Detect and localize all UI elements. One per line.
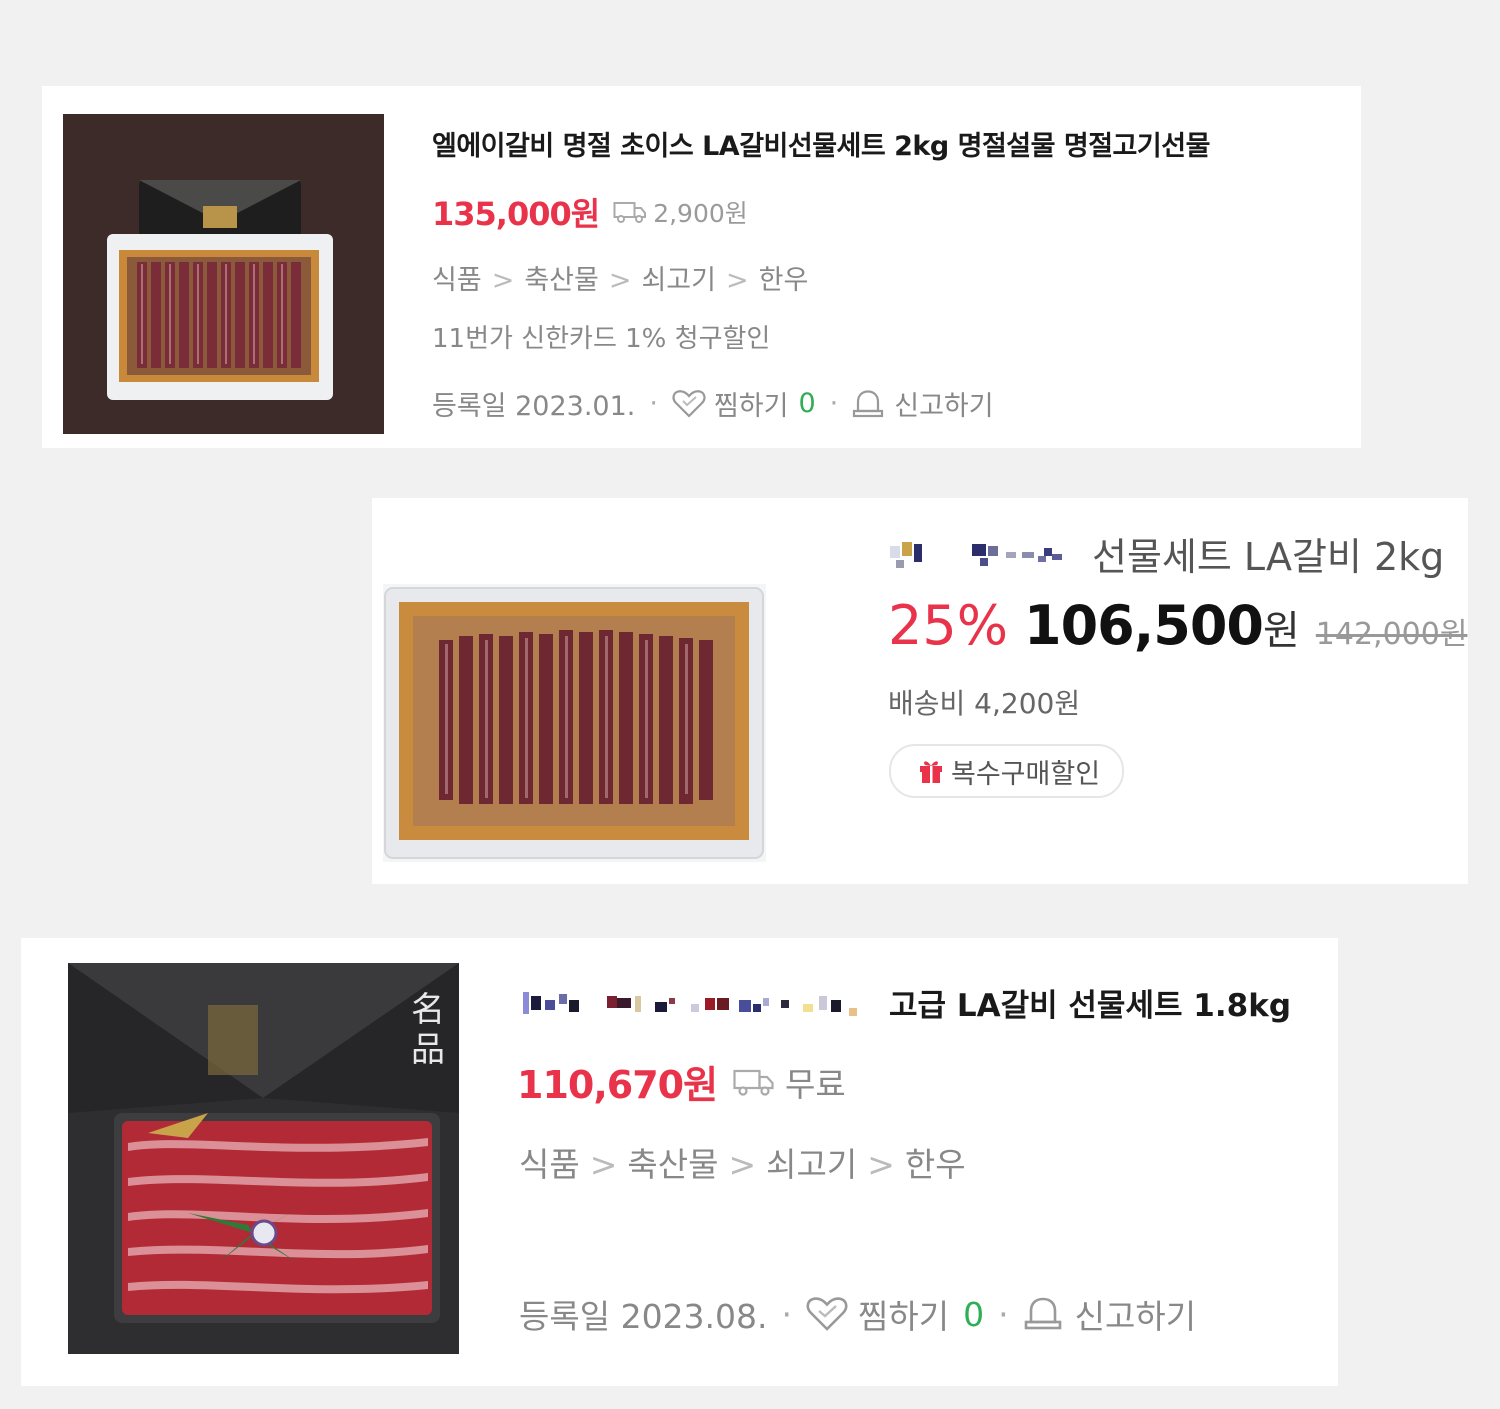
price-row: 25% 106,500 원 142,000원	[888, 594, 1468, 657]
separator-dot: ·	[829, 388, 839, 419]
multi-buy-discount-badge[interactable]: 복수구매할인	[889, 744, 1125, 798]
registered-date: 등록일 2023.01.	[432, 391, 636, 422]
truck-icon	[733, 1067, 775, 1097]
price: 110,670원	[517, 1063, 718, 1107]
currency-unit: 원	[1262, 608, 1300, 654]
wish-button[interactable]: 찜하기 0	[672, 384, 816, 423]
breadcrumb-item[interactable]: 축산물	[627, 1145, 718, 1184]
report-button[interactable]: 신고하기	[1023, 1290, 1196, 1338]
listing-card-1[interactable]: 엘에이갈비 명절 초이스 LA갈비선물세트 2kg 명절설물 명절고기선물 13…	[42, 86, 1361, 448]
report-label: 신고하기	[894, 391, 994, 422]
original-price: 142,000원	[1315, 617, 1468, 652]
meta-row: 등록일 2023.01. · 찜하기 0 · 신고하기	[432, 384, 994, 423]
breadcrumb-item[interactable]: 쇠고기	[766, 1145, 857, 1184]
breadcrumb-item[interactable]: 식품	[432, 265, 482, 296]
promo-text: 11번가 신한카드 1% 청구할인	[432, 324, 771, 354]
breadcrumb-separator: >	[608, 265, 632, 296]
truck-icon	[613, 200, 647, 224]
badge-top-char: 名	[411, 990, 445, 1030]
badge-label: 복수구매할인	[951, 758, 1101, 790]
breadcrumb: 식품 > 축산물 > 쇠고기 > 한우	[519, 1138, 966, 1186]
listing-card-3[interactable]: 名 品 고급 LA갈비 선물세트 1.8kg 110,670원 무료 식품 > …	[21, 938, 1338, 1386]
redacted-seller-name	[519, 982, 877, 1024]
breadcrumb: 식품 > 축산물 > 쇠고기 > 한우	[432, 258, 808, 297]
redacted-seller-name	[888, 534, 1078, 574]
meta-row: 등록일 2023.08. · 찜하기 0 · 신고하기	[519, 1290, 1196, 1338]
price-row: 135,000원 2,900원	[432, 189, 748, 235]
product-image[interactable]: 名 品	[68, 963, 459, 1354]
breadcrumb-separator: >	[728, 1145, 757, 1184]
listing-card-2[interactable]: 선물세트 LA갈비 2kg 25% 106,500 원 142,000원 배송비…	[372, 498, 1468, 884]
breadcrumb-separator: >	[491, 265, 515, 296]
separator-dot: ·	[781, 1294, 793, 1334]
report-button[interactable]: 신고하기	[852, 384, 994, 423]
shipping-fee: 배송비 4,200원	[888, 687, 1081, 720]
badge-bottom-char: 品	[411, 1030, 445, 1070]
wish-label: 찜하기	[858, 1297, 950, 1336]
breadcrumb-item[interactable]: 쇠고기	[641, 265, 716, 296]
breadcrumb-separator: >	[867, 1145, 895, 1184]
discount-rate: 25%	[888, 594, 1009, 657]
sale-price: 106,500	[1024, 594, 1264, 657]
heart-icon	[672, 389, 706, 419]
product-title[interactable]: 엘에이갈비 명절 초이스 LA갈비선물세트 2kg 명절설물 명절고기선물	[432, 124, 1210, 163]
product-image[interactable]	[383, 584, 766, 862]
product-title[interactable]: 선물세트 LA갈비 2kg	[888, 526, 1444, 581]
wish-count: 0	[963, 1294, 985, 1334]
price: 135,000원	[432, 195, 600, 233]
shipping-fee: 2,900원	[653, 199, 748, 228]
separator-dot: ·	[998, 1294, 1009, 1334]
wish-label: 찜하기	[713, 391, 789, 422]
price-row: 110,670원 무료	[517, 1054, 846, 1109]
breadcrumb-item[interactable]: 한우	[905, 1145, 966, 1184]
separator-dot: ·	[649, 388, 658, 419]
shipping-info: 2,900원	[613, 194, 748, 230]
product-image[interactable]	[63, 114, 384, 434]
product-title[interactable]: 고급 LA갈비 선물세트 1.8kg	[519, 980, 1291, 1025]
report-label: 신고하기	[1074, 1297, 1197, 1336]
breadcrumb-separator: >	[589, 1145, 618, 1184]
registered-date: 등록일 2023.08.	[519, 1297, 768, 1336]
breadcrumb-separator: >	[726, 265, 749, 296]
gift-icon	[917, 758, 945, 784]
wish-button[interactable]: 찜하기 0	[806, 1290, 984, 1338]
breadcrumb-item[interactable]: 축산물	[524, 265, 599, 296]
bell-icon	[1023, 1296, 1063, 1332]
breadcrumb-item[interactable]: 식품	[519, 1145, 580, 1184]
breadcrumb-item[interactable]: 한우	[759, 265, 809, 296]
bell-icon	[852, 389, 884, 419]
wish-count: 0	[798, 388, 816, 419]
title-text[interactable]: 선물세트 LA갈비 2kg	[1092, 526, 1444, 581]
shipping-fee: 무료	[785, 1064, 846, 1104]
title-text[interactable]: 고급 LA갈비 선물세트 1.8kg	[889, 980, 1291, 1025]
shipping-info: 무료	[733, 1058, 846, 1106]
heart-icon	[806, 1296, 848, 1332]
